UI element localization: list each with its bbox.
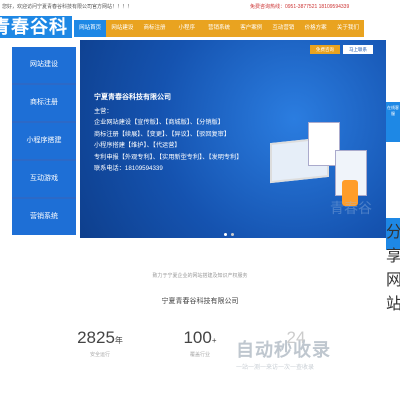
hero-banner: 免费咨询 马上联系 宁夏青春谷科技有限公司 主营： 企业网站建设【宣传版】、【商… [80, 40, 386, 238]
contact-now-button[interactable]: 马上联系 [343, 45, 373, 54]
hero-text: 宁夏青春谷科技有限公司 主营： 企业网站建设【宣传版】、【商城版】、【分销版】 … [94, 92, 264, 175]
nav-item-website[interactable]: 网站建设 [106, 20, 138, 37]
sidebar-item-miniprogram[interactable]: 小程序搭建 [12, 123, 76, 159]
watermark-brand: 自动秒收录 [236, 340, 331, 360]
welcome-text: 您好，欢迎访问宁夏青春谷科技有限公司官方网站！！！！ [2, 4, 133, 10]
hero-line: 主营： [94, 107, 113, 115]
carousel-dots [224, 233, 234, 236]
stat-industries: 100+ 覆盖行业 [160, 328, 240, 358]
sidebar-item-games[interactable]: 互动游戏 [12, 161, 76, 197]
hero-line: 小程序搭建【维护】、【代运营】 [94, 142, 181, 149]
nav-item-about[interactable]: 关于我们 [332, 20, 364, 37]
service-sidebar: 网站建设 商标注册 小程序搭建 互动游戏 营销系统 [12, 47, 76, 235]
hotline-text: 免费咨询热线：0951-3877521 18109594339 [250, 4, 350, 10]
stat-label: 安全运行 [89, 352, 110, 358]
nav-item-home[interactable]: 网站首页 [74, 20, 107, 37]
company-name: 宁夏青春谷科技有限公司 [161, 298, 239, 305]
free-consult-button[interactable]: 免费咨询 [310, 45, 340, 54]
top-bar: 您好，欢迎访问宁夏青春谷科技有限公司官方网站！！！！ 免费咨询热线：0951-3… [0, 0, 400, 15]
nav-item-pricing[interactable]: 价格方案 [300, 20, 332, 37]
stat-unit: + [211, 336, 217, 345]
hero-line: 商标注册【续展】、【变更】、【异议】、【驳回复审】 [94, 130, 231, 138]
stat-unit: 年 [114, 336, 123, 345]
nav-item-miniprogram[interactable]: 小程序 [171, 20, 203, 37]
sidebar-item-marketing[interactable]: 营销系统 [12, 199, 76, 235]
site-logo[interactable]: 青春谷科技 [0, 16, 72, 59]
floating-share-widget[interactable]: 分享网站 [386, 218, 400, 313]
watermark-slogan: 一站一测一来访一次一查收录 [236, 365, 315, 371]
nav-item-cases[interactable]: 客户案例 [235, 20, 267, 37]
sidebar-item-trademark[interactable]: 商标注册 [12, 85, 76, 121]
hero-line: 专利申报【外观专利】、【实用新型专利】、【发明专利】 [94, 153, 243, 161]
main-nav: 网站首页 网站建设 商标注册 小程序 营销系统 客户案例 互动营销 价格方案 关… [74, 20, 364, 37]
online-service-label: 在线客服 [387, 105, 399, 116]
hero-logo-mark: 青春谷 [330, 200, 372, 216]
sidebar-item-website[interactable]: 网站建设 [12, 47, 76, 83]
stat-label: 覆盖行业 [189, 352, 210, 358]
hero-line: 联系电话：18109594339 [94, 165, 163, 172]
carousel-dot[interactable] [231, 233, 234, 236]
hero-line: 企业网站建设【宣传版】、【商城版】、【分销版】 [94, 119, 224, 126]
nav-item-trademark[interactable]: 商标注册 [138, 20, 170, 37]
nav-item-interactive[interactable]: 互动营销 [267, 20, 299, 37]
stat-number: 2825 [77, 328, 115, 347]
carousel-dot[interactable] [224, 233, 227, 236]
hero-title: 宁夏青春谷科技有限公司 [94, 94, 171, 101]
tagline: 致力于宁夏企业的网站搭建及知识产权服务 [152, 273, 248, 279]
floating-service-widget[interactable]: 在线客服 [386, 102, 400, 142]
watermark-logo: 自动秒收录 一站一测一来访一次一查收录 [236, 336, 386, 374]
stat-number: 100 [183, 328, 212, 347]
nav-item-marketing[interactable]: 营销系统 [203, 20, 235, 37]
stat-years: 2825年 安全运行 [60, 328, 140, 358]
